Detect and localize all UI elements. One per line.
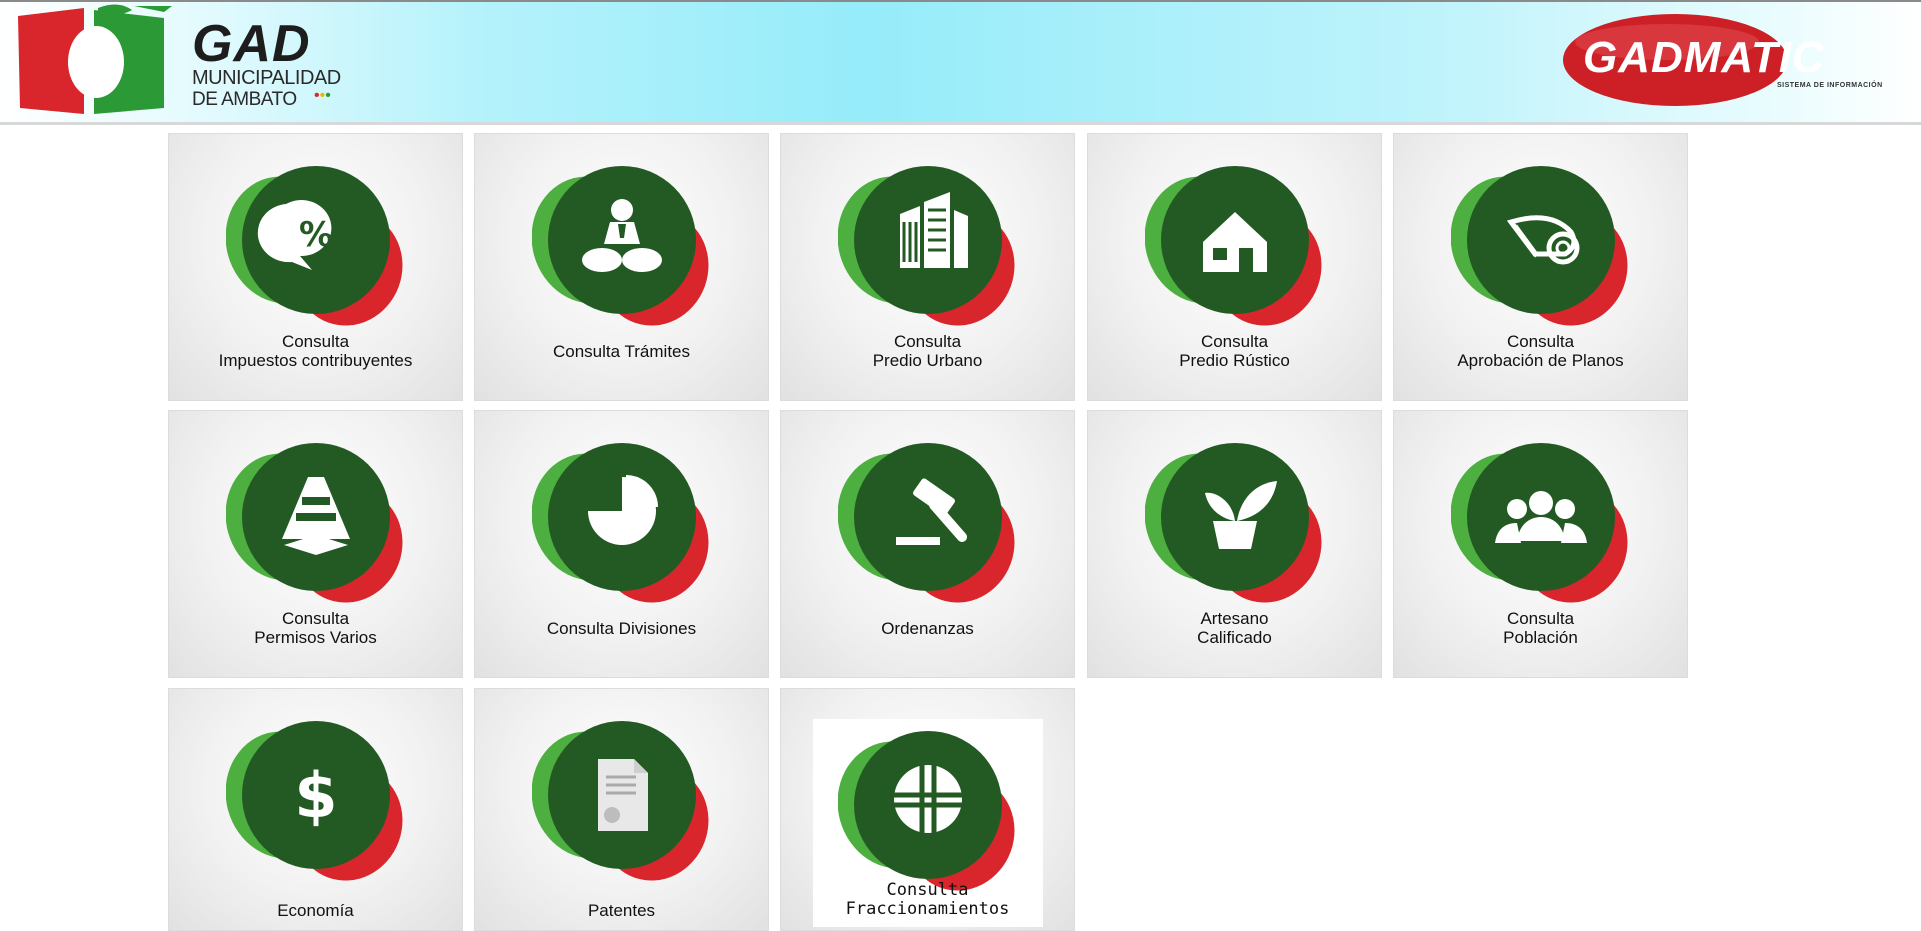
tile-label-line1: Consulta [281,332,350,351]
top-divider [0,0,1921,2]
tile-label: Consulta Predio Rústico [1088,332,1381,370]
logo-title: GAD [192,15,311,73]
person-icon [531,164,712,329]
tile-label: Consulta Aprobación de Planos [1394,332,1687,370]
tile-label-line2: Aprobación de Planos [1457,351,1624,370]
dollar-icon: $ [225,719,406,884]
tile-label-line2: Fraccionamientos [845,899,1010,919]
logo-line1: MUNICIPALIDAD [192,67,341,89]
tile-label-line1: Consulta [893,332,962,351]
tile-label-line1: Consulta [1200,332,1269,351]
tile-label-line1: Ordenanzas [881,619,974,638]
tile-fraccionamientos[interactable]: Consulta Fraccionamientos [780,688,1075,931]
tile-label-line1: Consulta [1506,332,1575,351]
gavel-icon [837,441,1018,606]
tile-label: Patentes [475,901,768,920]
gadmatic-tagline: SISTEMA DE INFORMACIÓN [1777,82,1883,89]
tile-label: Consulta Impuestos contribuyentes [169,332,462,370]
header-banner: GAD MUNICIPALIDAD DE AMBATO ••• GADMATIC… [0,0,1921,125]
tile-label-line1: Consulta Trámites [553,342,690,361]
tile-label: Consulta Permisos Varios [169,609,462,647]
tile-label-line1: Artesano [1200,609,1269,628]
tile-label-line1: Consulta [281,609,350,628]
logo-line2: DE AMBATO [192,89,297,110]
gadmatic-brand-text: GADMATIC [1583,33,1825,82]
tile-label: Artesano Calificado [1088,609,1381,647]
tile-permisos[interactable]: Consulta Permisos Varios [168,410,463,678]
tile-economia[interactable]: $ Economía [168,688,463,931]
plan-roll-icon [1450,164,1631,329]
gad-municipalidad-logo[interactable]: GAD MUNICIPALIDAD DE AMBATO ••• [14,4,344,116]
tile-predio-urbano[interactable]: Consulta Predio Urbano [780,133,1075,401]
tile-label-line2: Permisos Varios [254,628,377,647]
tile-patentes[interactable]: Patentes [474,688,769,931]
svg-text:$: $ [294,759,337,832]
tile-label-line2: Calificado [1197,628,1272,647]
tile-label-line1: Consulta [886,880,969,900]
tile-planos[interactable]: Consulta Aprobación de Planos [1393,133,1688,401]
tile-label: Consulta Divisiones [475,619,768,638]
plant-pot-icon [1144,441,1325,606]
tile-label: Consulta Trámites [475,342,768,361]
tile-impuestos[interactable]: % Consulta Impuestos contribuyentes [168,133,463,401]
tile-label-line1: Patentes [587,901,656,920]
svg-text:%: % [298,215,332,255]
land-parcel-icon [837,729,1018,894]
house-icon [1144,164,1325,329]
tile-label: Consulta Fraccionamientos [781,881,1074,919]
gad-apple-emblem-icon [18,4,172,114]
tile-label-line1: Consulta [1506,609,1575,628]
pie-chart-icon [531,441,712,606]
tile-label: Consulta Población [1394,609,1687,647]
tile-tramites[interactable]: Consulta Trámites [474,133,769,401]
gadmatic-logo[interactable]: GADMATIC SISTEMA DE INFORMACIÓN [1555,10,1910,112]
tile-artesano[interactable]: Artesano Calificado [1087,410,1382,678]
tile-label-line2: Impuestos contribuyentes [218,351,413,370]
building-icon [837,164,1018,329]
tile-label: Economía [169,901,462,920]
logo-dots: ••• [314,87,331,104]
tile-label-line2: Población [1503,628,1578,647]
percent-chat-icon: % [225,164,406,329]
tile-divisiones[interactable]: Consulta Divisiones [474,410,769,678]
tile-label: Consulta Predio Urbano [781,332,1074,370]
traffic-cone-icon [225,441,406,606]
tile-predio-rustico[interactable]: Consulta Predio Rústico [1087,133,1382,401]
certificate-icon [531,719,712,884]
tile-label: Ordenanzas [781,619,1074,638]
tile-label-line2: Predio Urbano [872,351,983,370]
tile-label-line1: Economía [277,901,354,920]
people-group-icon [1450,441,1631,606]
tile-label-line1: Consulta Divisiones [546,619,697,638]
tile-label-line2: Predio Rústico [1179,351,1290,370]
tile-poblacion[interactable]: Consulta Población [1393,410,1688,678]
tile-ordenanzas[interactable]: Ordenanzas [780,410,1075,678]
